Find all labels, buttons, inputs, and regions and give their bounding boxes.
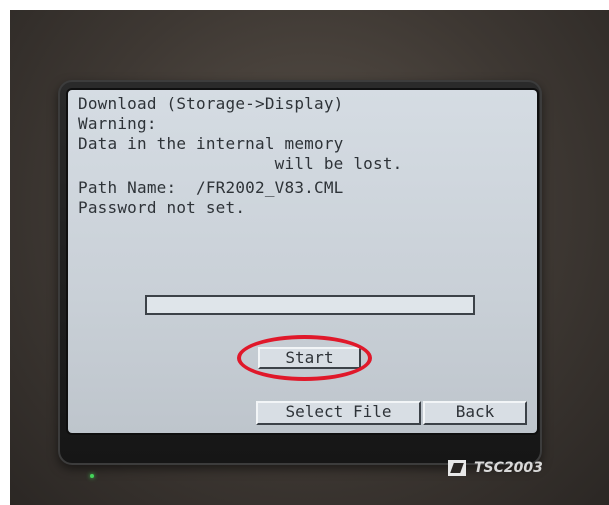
warning-message-line1: Data in the internal memory	[78, 134, 344, 153]
title-text: Download (Storage->Display)	[78, 94, 344, 113]
brand-name: TSC2003	[474, 460, 543, 476]
brand-logo: TSC2003	[448, 460, 543, 476]
path-name-text: Path Name: /FR2002_V83.CML	[78, 178, 344, 197]
select-file-button[interactable]: Select File	[256, 401, 421, 425]
warning-message-line2: will be lost.	[78, 154, 403, 173]
back-button[interactable]: Back	[423, 401, 527, 425]
brand-icon	[448, 460, 466, 476]
password-status-text: Password not set.	[78, 198, 246, 217]
red-circle-annotation	[237, 335, 372, 381]
lcd-screen: Download (Storage->Display) Warning: Dat…	[68, 90, 537, 433]
progress-bar	[145, 295, 475, 315]
power-led-icon	[90, 474, 94, 478]
warning-label: Warning:	[78, 114, 157, 133]
